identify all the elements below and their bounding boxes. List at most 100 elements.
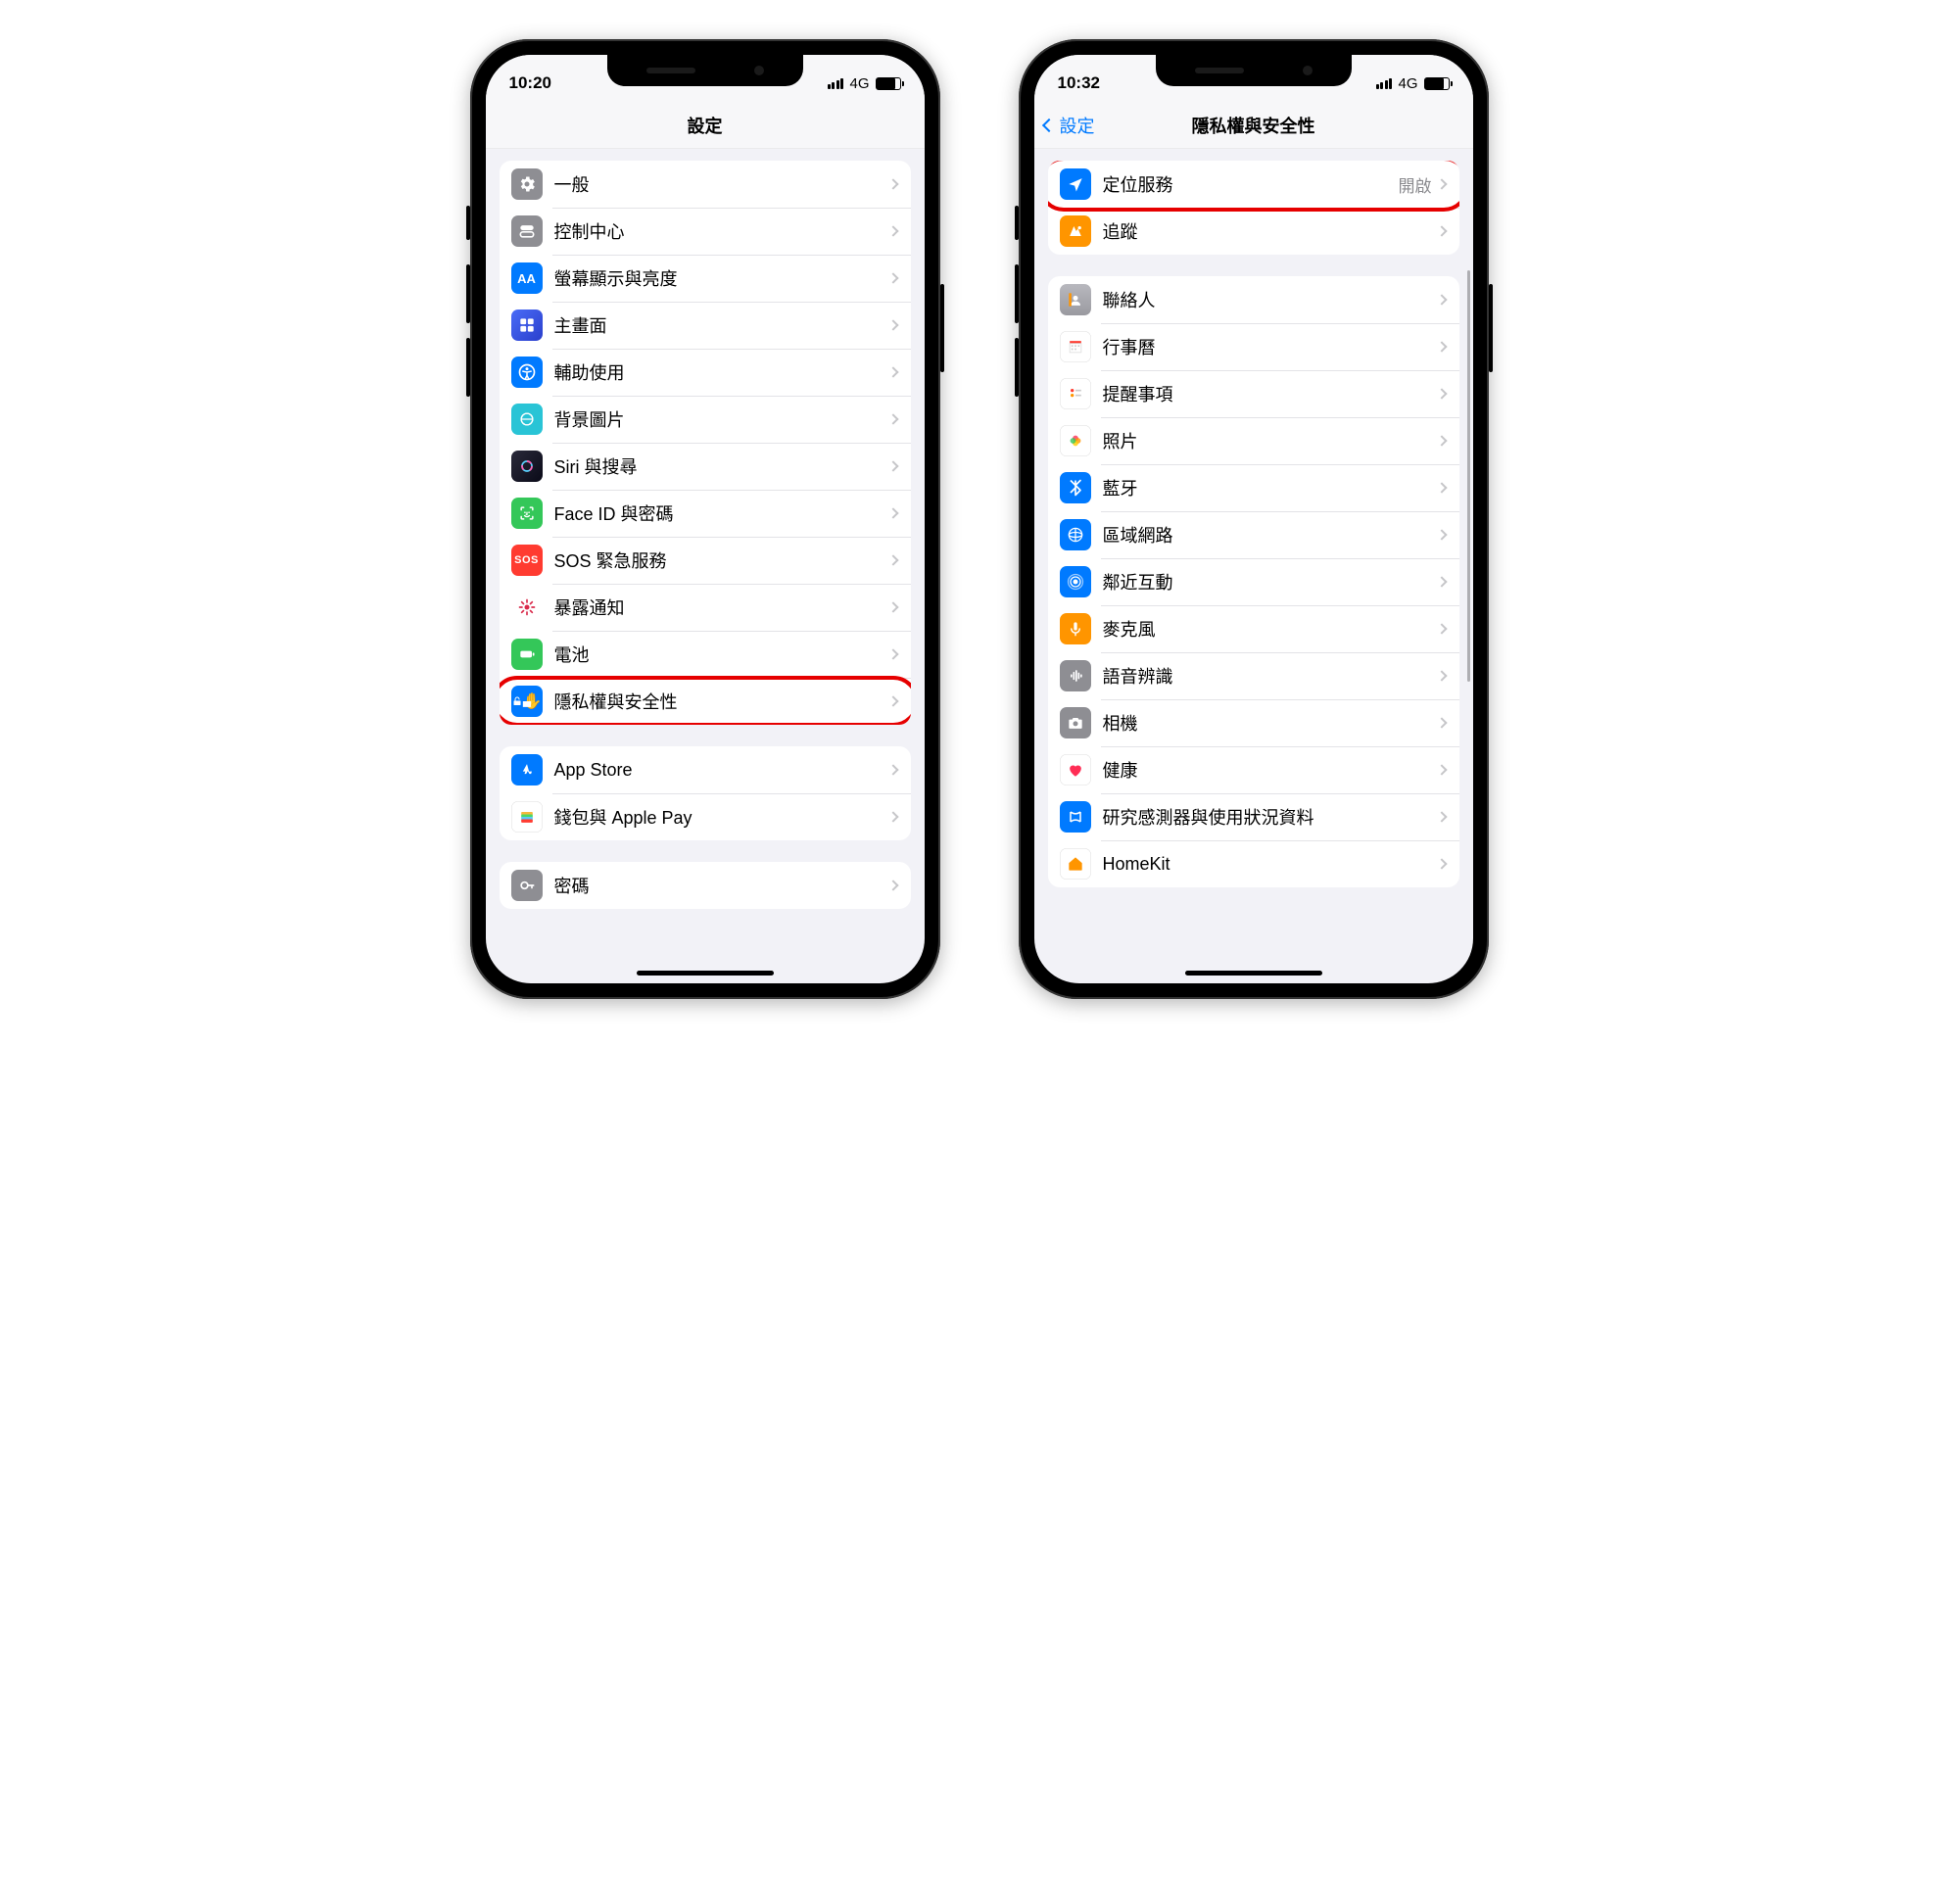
row-label: 電池 [554,642,889,667]
privacy-icon: ✋ [511,686,543,717]
homekit-icon [1060,848,1091,880]
siri-icon [511,451,543,482]
bluetooth-icon [1060,472,1091,503]
screen-right: 10:32 4G 設定 隱私權與安全性 定位服務 開啟 [1034,55,1473,983]
row-health[interactable]: 健康 [1048,746,1459,793]
faceid-icon [511,498,543,529]
chevron-right-icon [1436,388,1447,399]
content[interactable]: 一般 控制中心 AA 螢幕顯示與亮度 主畫面 [486,149,925,983]
row-label: 健康 [1103,757,1438,783]
row-label: 鄰近互動 [1103,569,1438,595]
back-button[interactable]: 設定 [1044,102,1095,148]
row-battery[interactable]: 電池 [500,631,911,678]
row-photos[interactable]: 照片 [1048,417,1459,464]
chevron-right-icon [1436,858,1447,869]
screen-left: 10:20 4G 設定 一般 控制中心 [486,55,925,983]
control-icon [511,215,543,247]
content[interactable]: 定位服務 開啟 追蹤 聯絡人 [1034,149,1473,983]
row-contacts[interactable]: 聯絡人 [1048,276,1459,323]
row-privacy[interactable]: ✋ 隱私權與安全性 [500,678,911,725]
appstore-icon [511,754,543,785]
battery-icon [876,77,901,90]
row-tracking[interactable]: 追蹤 [1048,208,1459,255]
row-home[interactable]: 主畫面 [500,302,911,349]
nearby-icon [1060,566,1091,597]
chevron-right-icon [1436,294,1447,305]
row-nearby[interactable]: 鄰近互動 [1048,558,1459,605]
chevron-right-icon [887,880,898,890]
nav-bar: 設定 隱私權與安全性 [1034,102,1473,149]
row-general[interactable]: 一般 [500,161,911,208]
chevron-right-icon [887,695,898,706]
row-exposure[interactable]: 暴露通知 [500,584,911,631]
research-icon [1060,801,1091,833]
chevron-right-icon [1436,811,1447,822]
row-faceid[interactable]: Face ID 與密碼 [500,490,911,537]
home-indicator[interactable] [637,971,774,976]
wallpaper-icon [511,404,543,435]
row-label: Face ID 與密碼 [554,500,889,526]
chevron-right-icon [1436,576,1447,587]
row-label: 輔助使用 [554,359,889,385]
phone-left: 10:20 4G 設定 一般 控制中心 [470,39,940,999]
sos-icon: SOS [511,545,543,576]
row-label: HomeKit [1103,854,1438,875]
chevron-right-icon [887,178,898,189]
row-label: Siri 與搜尋 [554,453,889,479]
row-calendar[interactable]: 行事曆 [1048,323,1459,370]
row-reminders[interactable]: 提醒事項 [1048,370,1459,417]
nav-title: 隱私權與安全性 [1192,113,1315,138]
row-label: SOS 緊急服務 [554,547,889,573]
row-location[interactable]: 定位服務 開啟 [1048,161,1459,208]
accessibility-icon [511,357,543,388]
status-net: 4G [849,75,869,92]
row-camera[interactable]: 相機 [1048,699,1459,746]
row-wallet[interactable]: 錢包與 Apple Pay [500,793,911,840]
chevron-right-icon [1436,341,1447,352]
gear-icon [511,168,543,200]
chevron-right-icon [1436,717,1447,728]
row-label: 錢包與 Apple Pay [554,804,889,830]
row-passwords[interactable]: 密碼 [500,862,911,909]
back-label: 設定 [1060,113,1095,138]
row-label: 主畫面 [554,312,889,338]
row-sos[interactable]: SOS SOS 緊急服務 [500,537,911,584]
row-wallpaper[interactable]: 背景圖片 [500,396,911,443]
chevron-right-icon [887,764,898,775]
row-accessibility[interactable]: 輔助使用 [500,349,911,396]
row-display[interactable]: AA 螢幕顯示與亮度 [500,255,911,302]
row-appstore[interactable]: App Store [500,746,911,793]
row-siri[interactable]: Siri 與搜尋 [500,443,911,490]
row-label: 麥克風 [1103,616,1438,642]
row-mic[interactable]: 麥克風 [1048,605,1459,652]
mic-icon [1060,613,1091,644]
row-speech[interactable]: 語音辨識 [1048,652,1459,699]
chevron-right-icon [1436,670,1447,681]
status-net: 4G [1398,75,1417,92]
chevron-right-icon [1436,482,1447,493]
scroll-indicator[interactable] [1467,270,1470,682]
chevron-right-icon [1436,178,1447,189]
chevron-right-icon [887,811,898,822]
row-label: 相機 [1103,710,1438,736]
chevron-right-icon [887,460,898,471]
chevron-right-icon [1436,764,1447,775]
chevron-right-icon [887,554,898,565]
row-control-center[interactable]: 控制中心 [500,208,911,255]
row-research[interactable]: 研究感測器與使用狀況資料 [1048,793,1459,840]
settings-group-2: App Store 錢包與 Apple Pay [500,746,911,840]
home-indicator[interactable] [1185,971,1322,976]
photos-icon [1060,425,1091,456]
row-localnet[interactable]: 區域網路 [1048,511,1459,558]
location-icon [1060,168,1091,200]
row-label: 隱私權與安全性 [554,689,889,714]
wallet-icon [511,801,543,833]
chevron-right-icon [887,366,898,377]
row-bluetooth[interactable]: 藍牙 [1048,464,1459,511]
row-label: 密碼 [554,873,889,898]
signal-icon [1376,78,1393,89]
row-homekit[interactable]: HomeKit [1048,840,1459,887]
row-label: 一般 [554,171,889,197]
chevron-right-icon [1436,623,1447,634]
chevron-right-icon [1436,529,1447,540]
